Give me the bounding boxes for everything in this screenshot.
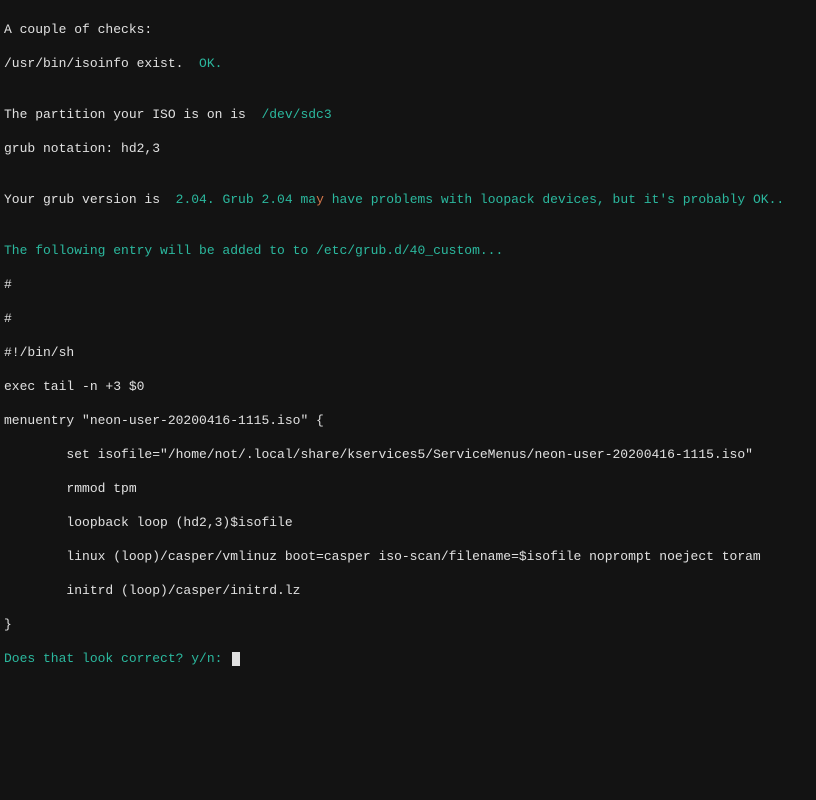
output-line: # <box>4 276 812 293</box>
info-line: The following entry will be added to to … <box>4 242 812 259</box>
output-line: menuentry "neon-user-20200416-1115.iso" … <box>4 412 812 429</box>
terminal-output[interactable]: A couple of checks: /usr/bin/isoinfo exi… <box>4 4 812 684</box>
grub-version: 2.04. Grub 2.04 ma <box>176 192 316 207</box>
text: Your grub version is <box>4 192 176 207</box>
output-line: # <box>4 310 812 327</box>
output-line: loopback loop (hd2,3)$isofile <box>4 514 812 531</box>
output-line: grub notation: hd2,3 <box>4 140 812 157</box>
output-line: } <box>4 616 812 633</box>
output-line: set isofile="/home/not/.local/share/kser… <box>4 446 812 463</box>
text: The partition your ISO is on is <box>4 107 261 122</box>
output-line: /usr/bin/isoinfo exist. OK. <box>4 55 812 72</box>
grub-warning: have problems with loopack devices, but … <box>324 192 784 207</box>
output-line: linux (loop)/casper/vmlinuz boot=casper … <box>4 548 812 565</box>
prompt-line[interactable]: Does that look correct? y/n: <box>4 650 812 667</box>
output-line: The partition your ISO is on is /dev/sdc… <box>4 106 812 123</box>
output-line: A couple of checks: <box>4 21 812 38</box>
output-line: Your grub version is 2.04. Grub 2.04 may… <box>4 191 812 208</box>
partition-path: /dev/sdc3 <box>261 107 331 122</box>
output-line: exec tail -n +3 $0 <box>4 378 812 395</box>
status-ok: OK. <box>199 56 222 71</box>
output-line: initrd (loop)/casper/initrd.lz <box>4 582 812 599</box>
text: /usr/bin/isoinfo exist. <box>4 56 199 71</box>
warn-char: y <box>316 192 324 207</box>
prompt-text: Does that look correct? y/n: <box>4 651 230 666</box>
cursor-icon <box>232 652 240 666</box>
output-line: rmmod tpm <box>4 480 812 497</box>
output-line: #!/bin/sh <box>4 344 812 361</box>
